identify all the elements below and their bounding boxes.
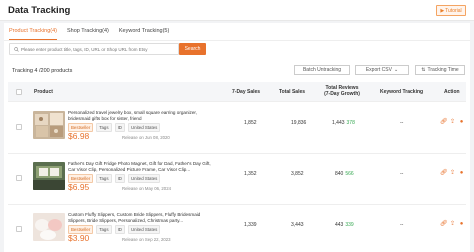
product-title[interactable]: Custom Fluffy Slippers, Custom Bride Sli… — [68, 212, 213, 224]
review-growth: 339 — [345, 222, 354, 228]
select-all-checkbox[interactable] — [16, 89, 22, 95]
link-icon[interactable]: 🔗︎ — [440, 221, 448, 228]
slippers-image — [33, 213, 65, 241]
tab-shop-tracking[interactable]: Shop Tracking(4) — [67, 28, 109, 40]
product-price: $3.90 — [68, 233, 90, 243]
favorite-icon[interactable]: ● — [458, 221, 465, 228]
tracking-count: Tracking 4 /200 products — [12, 68, 73, 74]
row-checkbox[interactable] — [16, 226, 22, 232]
total-reviews: 840 566 — [335, 171, 354, 177]
product-price: $6.98 — [68, 131, 90, 141]
chevron-down-icon: ⌄ — [393, 67, 399, 73]
release-date: Release on Sep 22, 2023 — [122, 237, 171, 242]
row-actions: 🔗︎ ⇪ ● — [440, 119, 465, 126]
country-badge: United States — [127, 123, 161, 132]
total-sales: 3,443 — [291, 222, 304, 228]
toolbar: Tracking 4 /200 products Batch Untrackin… — [4, 63, 470, 77]
search-button[interactable]: Search — [179, 43, 206, 55]
sales-7day: 1,852 — [244, 120, 257, 126]
tab-product-tracking[interactable]: Product Tracking(4) — [9, 28, 57, 40]
table-row: Custom Fluffy Slippers, Custom Bride Sli… — [8, 206, 466, 252]
release-date: Release on Jun 08, 2020 — [122, 135, 170, 140]
tags-badge[interactable]: Tags — [96, 174, 112, 183]
export-icon[interactable]: ⇪ — [449, 119, 456, 126]
total-sales: 3,852 — [291, 171, 304, 177]
product-image[interactable] — [33, 213, 65, 241]
search-icon — [14, 46, 19, 52]
review-count: 1,443 — [332, 120, 345, 126]
table-header: Product 7-Day Sales Total Sales Total Re… — [8, 82, 466, 102]
total-reviews: 443 339 — [335, 222, 354, 228]
total-sales: 19,836 — [291, 120, 307, 126]
tutorial-label: Tutorial — [445, 7, 462, 14]
top-bar: Data Tracking ▶ Tutorial — [0, 0, 474, 21]
car-visor-image — [33, 162, 65, 190]
tab-keyword-tracking[interactable]: Keyword Tracking(5) — [119, 28, 169, 40]
play-icon: ▶ — [440, 7, 445, 14]
keyword-tracking-value: -- — [400, 222, 404, 228]
product-title[interactable]: Personalized travel jewelry box, small s… — [68, 110, 213, 122]
total-reviews: 1,443 378 — [332, 120, 355, 126]
search-input[interactable] — [21, 46, 171, 52]
link-icon[interactable]: 🔗︎ — [440, 119, 448, 126]
id-badge[interactable]: ID — [114, 123, 125, 132]
review-growth: 378 — [346, 120, 355, 126]
product-image[interactable] — [33, 162, 65, 190]
favorite-icon[interactable]: ● — [458, 170, 465, 177]
row-actions: 🔗︎ ⇪ ● — [440, 221, 465, 228]
export-csv-button[interactable]: Export CSV ⌄ — [355, 65, 409, 75]
export-csv-label: Export CSV — [365, 67, 392, 73]
id-badge[interactable]: ID — [114, 174, 125, 183]
tracking-card: Product Tracking(4) Shop Tracking(4) Key… — [4, 23, 470, 252]
tutorial-button[interactable]: ▶ Tutorial — [436, 5, 466, 16]
favorite-icon[interactable]: ● — [458, 119, 465, 126]
column-keyword-tracking: Keyword Tracking — [380, 89, 424, 95]
page-title: Data Tracking — [8, 5, 71, 16]
column-total-reviews[interactable]: Total Reviews (7-Day Growth) — [324, 85, 360, 97]
column-action: Action — [444, 89, 460, 95]
review-count: 443 — [335, 222, 344, 228]
country-badge: United States — [127, 174, 161, 183]
tab-divider — [4, 40, 470, 41]
export-icon[interactable]: ⇪ — [449, 221, 456, 228]
sales-7day: 1,352 — [244, 171, 257, 177]
release-date: Release on May 06, 2024 — [122, 186, 171, 191]
tags-badge[interactable]: Tags — [96, 225, 112, 234]
row-checkbox[interactable] — [16, 175, 22, 181]
tab-bar: Product Tracking(4) Shop Tracking(4) Key… — [9, 28, 169, 40]
country-badge: United States — [127, 225, 161, 234]
sales-7day: 1,339 — [244, 222, 257, 228]
review-growth: 566 — [345, 171, 354, 177]
column-total-sales[interactable]: Total Sales — [279, 89, 305, 95]
row-checkbox[interactable] — [16, 124, 22, 130]
link-icon[interactable]: 🔗︎ — [440, 170, 448, 177]
product-image[interactable] — [33, 111, 65, 139]
export-icon[interactable]: ⇪ — [449, 170, 456, 177]
keyword-tracking-value: -- — [400, 171, 404, 177]
column-product: Product — [34, 89, 53, 95]
jewelry-box-image — [33, 111, 65, 139]
sort-select[interactable]: ⇅ Tracking Time — [415, 65, 465, 75]
product-title[interactable]: Father's Day Gift Fridge Photo Magnet, G… — [68, 161, 213, 173]
batch-untracking-button[interactable]: Batch Untracking — [294, 65, 350, 75]
id-badge[interactable]: ID — [114, 225, 125, 234]
sort-label: Tracking Time — [427, 67, 459, 73]
search-box — [9, 43, 179, 55]
batch-untracking-label: Batch Untracking — [302, 67, 342, 73]
review-count: 840 — [335, 171, 344, 177]
table-row: Personalized travel jewelry box, small s… — [8, 104, 466, 154]
sort-icon: ⇅ — [421, 67, 426, 73]
table-row: Father's Day Gift Fridge Photo Magnet, G… — [8, 155, 466, 205]
column-7day-sales[interactable]: 7-Day Sales — [232, 89, 260, 95]
row-actions: 🔗︎ ⇪ ● — [440, 170, 465, 177]
keyword-tracking-value: -- — [400, 120, 404, 126]
product-price: $6.95 — [68, 182, 90, 192]
tags-badge[interactable]: Tags — [96, 123, 112, 132]
